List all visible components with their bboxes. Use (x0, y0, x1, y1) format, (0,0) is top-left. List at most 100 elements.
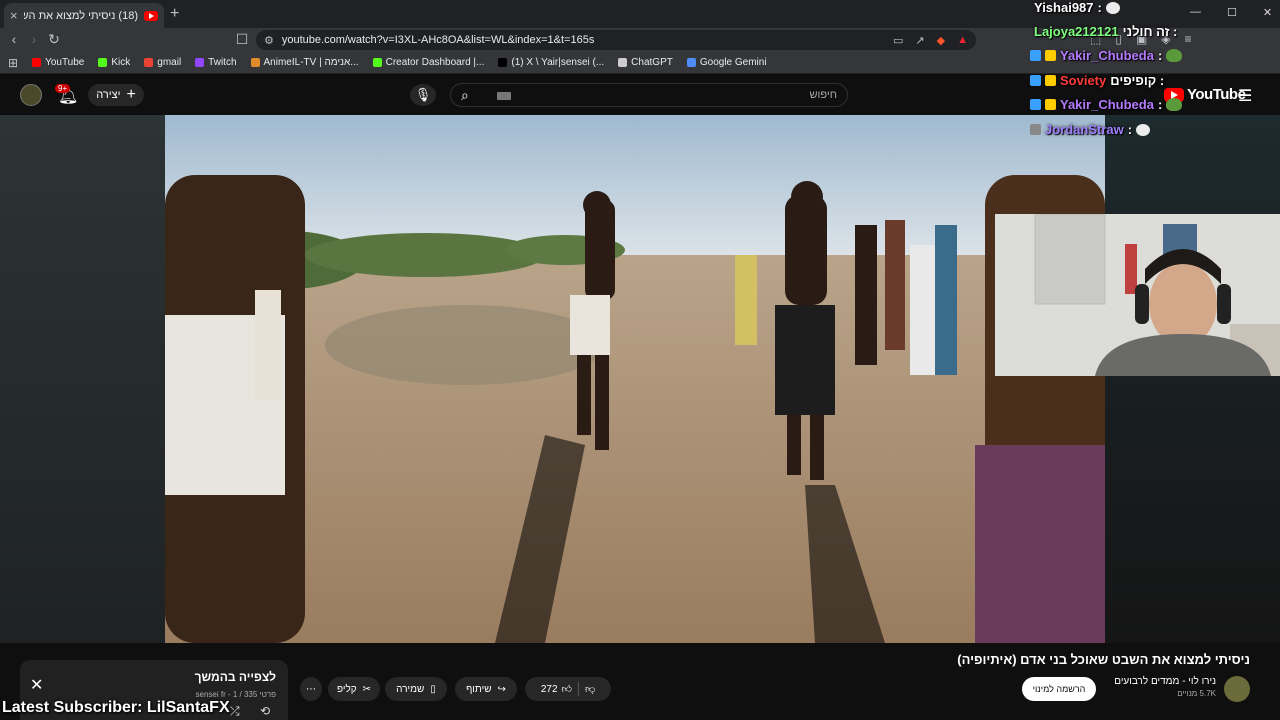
playlist-subtitle: פרטי sensei fr - 1 / 335 (195, 690, 277, 699)
streamer-webcam (995, 214, 1280, 376)
bookmark-label: YouTube (45, 57, 85, 68)
chat-badge-icon (1045, 75, 1056, 86)
chat-badge-icon (1030, 75, 1041, 86)
chat-badge-icon (1030, 99, 1041, 110)
bookmark-item[interactable]: Kick (98, 57, 130, 68)
thumbs-up-icon: 👍︎ (561, 684, 572, 695)
brave-shield-icon[interactable]: ◆ (937, 34, 945, 47)
chat-message: Sovietу: קופיפים (1030, 73, 1164, 88)
chat-badge-icon (1045, 99, 1056, 110)
subscribe-button[interactable]: הרשמה למינוי (1022, 677, 1096, 701)
chat-message: JordanStraw: (1030, 122, 1151, 137)
bookmark-item[interactable]: YouTube (32, 57, 84, 68)
like-button[interactable]: 272 👍︎ (541, 683, 572, 696)
video-player[interactable] (165, 115, 1105, 643)
more-actions-button[interactable]: ⋯ (300, 677, 322, 701)
brave-rewards-icon[interactable]: ▲ (957, 34, 968, 47)
bookmark-label: ChatGPT (631, 57, 673, 68)
chat-message: Lajoya212121: זה חולני (1034, 24, 1177, 39)
create-label: יצירה (96, 89, 121, 101)
bookmark-favicon-icon (686, 58, 696, 67)
chat-text: : (1157, 48, 1163, 63)
video-ambient-left (0, 115, 165, 643)
webcam-frame (995, 214, 1280, 376)
bookmark-item[interactable]: Creator Dashboard |... (372, 57, 485, 68)
thumbs-down-icon: 👎︎ (584, 684, 596, 695)
clip-button[interactable]: קליפ ✂ (328, 677, 380, 701)
chat-badge-icon (1045, 50, 1056, 61)
bookmark-label: (1) X \ Yair|sensei (... (511, 57, 605, 68)
notification-count-badge: 9+ (55, 84, 71, 93)
channel-avatar[interactable] (1224, 676, 1250, 702)
like-divider (577, 682, 579, 696)
chat-badge-icon (1030, 124, 1041, 135)
share-label: שיתוף (466, 683, 492, 695)
keyboard-icon[interactable] (497, 92, 511, 100)
share-button[interactable]: שיתוף ↪ (455, 677, 517, 701)
browser-tab[interactable]: (18) ניסיתי למצוא את השבט שאוכל בני אדם … (4, 3, 164, 28)
stream-chat-overlay: Yishai987: Lajoya212121: זה חולני Yakir_Ch… (1030, 0, 1280, 140)
close-tab-icon[interactable]: × (10, 8, 18, 23)
voice-search-icon[interactable]: 🎙︎ (410, 84, 436, 106)
address-bar[interactable]: ⚙ youtube.com/watch?v=I3XL-AHc8OA&list=W… (256, 30, 976, 50)
plus-icon: + (126, 86, 136, 103)
bookmark-favicon-icon (32, 58, 42, 67)
loop-icon[interactable]: ⟲ (260, 704, 270, 718)
cast-icon[interactable]: ▭ (893, 34, 903, 47)
dislike-button[interactable]: 👎︎ (585, 683, 595, 695)
bookmark-item[interactable]: Twitch (195, 57, 237, 68)
tab-title: (18) ניסיתי למצוא את השבט שאוכל בני אדם (23, 9, 138, 22)
chat-message: Yakir_Chubeda: (1030, 97, 1183, 112)
forward-icon[interactable]: › (24, 31, 44, 47)
subscriber-count: 5.7K מנויים (1177, 689, 1216, 698)
more-icon: ⋯ (306, 683, 316, 695)
chat-text: : (1127, 122, 1133, 137)
shuffle-icon[interactable]: ⤮ (230, 704, 240, 719)
share-page-icon[interactable]: ↗ (915, 34, 924, 47)
bookmark-star-icon[interactable]: ☐ (232, 31, 252, 48)
bookmark-favicon-icon (250, 58, 260, 67)
site-info-icon[interactable]: ⚙ (264, 34, 274, 47)
like-dislike-group: 272 👍︎ 👎︎ (525, 677, 611, 701)
account-avatar[interactable] (20, 84, 42, 106)
apps-grid-icon[interactable]: ⊞ (8, 56, 18, 70)
reload-icon[interactable]: ↻ (44, 31, 64, 48)
search-input[interactable]: ⌕ חיפוש (450, 83, 848, 107)
chat-badge-icon (1030, 50, 1041, 61)
bookmark-favicon-icon (98, 58, 108, 67)
channel-name[interactable]: נירו לוי - ממדים לרבועים (1100, 676, 1216, 687)
bookmark-item[interactable]: (1) X \ Yair|sensei (... (498, 57, 604, 68)
chat-text: : קופיפים (1110, 73, 1165, 88)
playlist-title[interactable]: לצפייה בהמשך (120, 670, 276, 684)
video-frame (165, 115, 1105, 643)
new-tab-button[interactable]: + (170, 5, 179, 23)
chat-message: Yakir_Chubeda: (1030, 48, 1183, 63)
chat-username: JordanStraw (1045, 122, 1124, 137)
bookmark-item[interactable]: gmail (144, 57, 181, 68)
youtube-favicon-icon (144, 10, 158, 21)
chat-username: Yakir_Chubeda (1060, 97, 1154, 112)
chat-text: : זה חולני (1122, 24, 1178, 39)
bookmark-label: Creator Dashboard |... (385, 57, 485, 68)
clip-label: קליפ (336, 683, 357, 695)
bookmark-favicon-icon (195, 58, 205, 67)
search-placeholder: חיפוש (809, 89, 837, 101)
bookmark-label: gmail (157, 57, 182, 68)
video-title: ניסיתי למצוא את השבט שאוכל בני אדם (איתי… (957, 652, 1250, 667)
save-button[interactable]: שמירה ▯ (385, 677, 447, 701)
bookmark-label: Kick (111, 57, 131, 68)
bookmark-item[interactable]: ChatGPT (618, 57, 673, 68)
bookmark-favicon-icon (498, 58, 508, 67)
ghost-emote-icon (1136, 123, 1151, 136)
search-icon[interactable]: ⌕ (461, 87, 469, 104)
bookmark-favicon-icon (372, 58, 382, 67)
back-icon[interactable]: ‹ (4, 31, 24, 47)
bookmark-item[interactable]: AnimeIL-TV | אנימה... (250, 57, 359, 68)
chat-username: Yishai987 (1034, 0, 1094, 15)
close-playlist-icon[interactable]: ✕ (30, 675, 43, 695)
scissors-icon: ✂ (362, 683, 372, 695)
channel-info[interactable]: נירו לוי - ממדים לרבועים 5.7K מנויים (1100, 676, 1216, 698)
chat-text: : (1157, 97, 1163, 112)
bookmark-item[interactable]: Google Gemini (686, 57, 767, 68)
create-button[interactable]: יצירה + (88, 84, 144, 106)
